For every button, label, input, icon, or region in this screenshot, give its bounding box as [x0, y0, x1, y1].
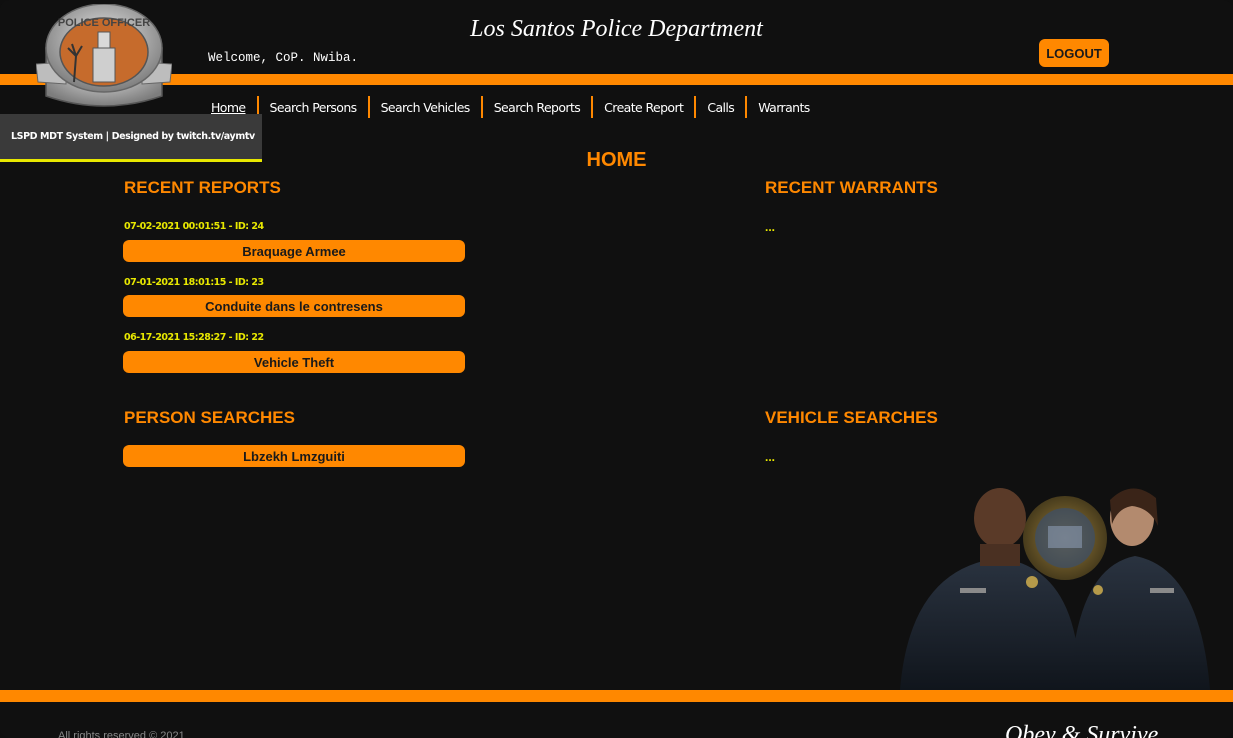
person-searches-title: PERSON SEARCHES	[124, 408, 295, 427]
report-button[interactable]: Vehicle Theft	[123, 351, 465, 373]
recent-reports-title: RECENT REPORTS	[124, 178, 281, 197]
main-nav: Home Search Persons Search Vehicles Sear…	[200, 94, 821, 120]
nav-calls[interactable]: Calls	[696, 100, 745, 115]
nav-search-vehicles[interactable]: Search Vehicles	[370, 100, 481, 115]
person-search-button[interactable]: Lbzekh Lmzguiti	[123, 445, 465, 467]
welcome-message: Welcome, CoP. Nwiba.	[208, 51, 359, 65]
nav-warrants[interactable]: Warrants	[747, 100, 820, 115]
recent-warrants-title: RECENT WARRANTS	[765, 178, 938, 197]
app-window: POLICE OFFICER Los Santos Police Departm…	[0, 0, 1233, 738]
report-meta: 06-17-2021 15:28:27 - ID: 22	[124, 332, 264, 343]
officers-image	[900, 488, 1210, 690]
nav-home[interactable]: Home	[200, 100, 257, 115]
nav-search-persons[interactable]: Search Persons	[259, 100, 368, 115]
footer-stripe	[0, 690, 1233, 702]
footer-motto: Obey & Survive	[1005, 722, 1159, 738]
report-button[interactable]: Conduite dans le contresens	[123, 295, 465, 317]
header-stripe	[0, 74, 1233, 85]
nav-create-report[interactable]: Create Report	[593, 100, 694, 115]
vehicle-searches-empty: ...	[765, 450, 776, 464]
nav-search-reports[interactable]: Search Reports	[483, 100, 591, 115]
report-meta: 07-02-2021 00:01:51 - ID: 24	[124, 221, 264, 232]
page-heading: HOME	[586, 149, 647, 171]
report-meta: 07-01-2021 18:01:15 - ID: 23	[124, 277, 264, 288]
warrants-empty: ...	[765, 220, 776, 234]
report-button[interactable]: Braquage Armee	[123, 240, 465, 262]
vehicle-searches-title: VEHICLE SEARCHES	[765, 408, 938, 427]
logout-button[interactable]: LOGOUT	[1039, 39, 1109, 67]
footer-copyright: All rights reserved © 2021	[58, 730, 185, 738]
